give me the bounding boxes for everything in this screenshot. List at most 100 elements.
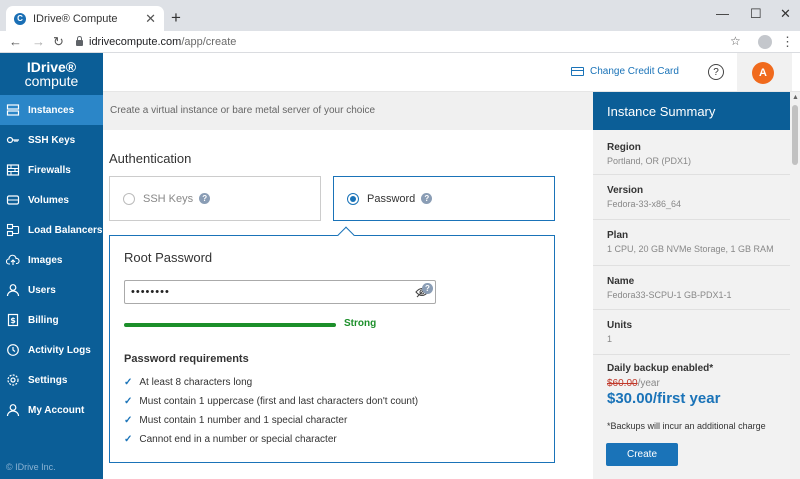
browser-tab-bar: C IDrive® Compute ✕ + — ☐ ✕ <box>0 0 800 31</box>
sidebar-item-images[interactable]: Images <box>0 245 103 275</box>
url-host: idrivecompute.com <box>89 36 182 48</box>
sidebar-item-label: Images <box>28 254 63 266</box>
new-tab-button[interactable]: + <box>171 8 181 28</box>
billing-icon: $ <box>6 313 20 327</box>
sidebar: IDrive® compute Instances SSH Keys Firew… <box>0 53 103 479</box>
password-requirements-list: ✓ At least 8 characters long ✓ Must contai… <box>124 373 418 449</box>
browser-menu-icon[interactable]: ⋮ <box>781 34 794 50</box>
forward-icon[interactable]: → <box>32 34 45 49</box>
logo-top-text: IDrive® <box>26 58 77 75</box>
svg-text:$: $ <box>10 316 16 325</box>
summary-name: Name Fedora33-SCPU-1 GB-PDX1-1 <box>607 276 782 300</box>
root-password-panel: Root Password •••••••• ? Strong Password… <box>109 235 555 463</box>
ssh-keys-help-icon[interactable]: ? <box>199 193 211 204</box>
requirement-text: At least 8 characters long <box>139 377 253 388</box>
sidebar-item-volumes[interactable]: Volumes <box>0 185 103 215</box>
requirement-text: Must contain 1 number and 1 special char… <box>139 415 348 426</box>
password-help-icon[interactable]: ? <box>421 193 433 204</box>
region-label: Region <box>607 142 641 153</box>
change-credit-card-label: Change Credit Card <box>590 66 679 77</box>
scroll-thumb[interactable] <box>792 105 798 165</box>
password-requirements-heading: Password requirements <box>124 353 249 365</box>
window-close-icon[interactable]: ✕ <box>780 6 791 22</box>
cloud-upload-icon <box>6 253 20 267</box>
summary-backup: Daily backup enabled* <box>607 363 782 374</box>
sidebar-item-settings[interactable]: Settings <box>0 365 103 395</box>
tab-close-icon[interactable]: ✕ <box>145 11 156 27</box>
sidebar-item-label: Settings <box>28 374 68 386</box>
gear-icon <box>6 373 20 387</box>
sidebar-item-label: Users <box>28 284 56 296</box>
version-value: Fedora-33-x86_64 <box>607 199 682 209</box>
authentication-heading: Authentication <box>109 151 192 166</box>
sidebar-item-firewalls[interactable]: Firewalls <box>0 155 103 185</box>
divider <box>593 265 790 266</box>
logo-bottom-text: compute <box>24 72 79 89</box>
sidebar-item-label: Volumes <box>28 194 69 206</box>
back-icon[interactable]: ← <box>9 34 22 49</box>
list-item: ✓ Must contain 1 number and 1 special cha… <box>124 411 418 430</box>
sidebar-item-billing[interactable]: $ Billing <box>0 305 103 335</box>
ssh-keys-radio[interactable] <box>123 192 135 205</box>
profile-icon[interactable] <box>758 35 772 49</box>
ssh-keys-label: SSH Keys <box>143 192 194 205</box>
old-price-amount: $60.00 <box>607 378 638 389</box>
account-icon <box>6 403 20 417</box>
sidebar-item-label: Firewalls <box>28 164 71 176</box>
sidebar-item-label: SSH Keys <box>28 134 76 146</box>
sidebar-item-label: Activity Logs <box>28 344 91 356</box>
summary-version: Version Fedora-33-x86_64 <box>607 185 782 209</box>
sidebar-item-ssh-keys[interactable]: SSH Keys <box>0 125 103 155</box>
root-password-heading: Root Password <box>124 250 213 265</box>
root-password-input[interactable]: •••••••• <box>124 280 436 304</box>
ssh-keys-option[interactable]: SSH Keys ? <box>109 176 321 221</box>
backup-label: Daily backup enabled* <box>607 363 714 374</box>
password-option[interactable]: Password ? <box>333 176 555 221</box>
sidebar-item-instances[interactable]: Instances <box>0 95 103 125</box>
load-balancer-icon <box>6 223 20 237</box>
requirement-text: Cannot end in a number or special charac… <box>139 434 337 445</box>
list-item: ✓ Cannot end in a number or special chara… <box>124 430 418 449</box>
password-radio[interactable] <box>347 192 359 205</box>
sidebar-item-load-balancers[interactable]: Load Balancers <box>0 215 103 245</box>
browser-tab[interactable]: C IDrive® Compute ✕ <box>6 6 164 31</box>
sidebar-item-label: Load Balancers <box>28 224 103 236</box>
list-item: ✓ Must contain 1 uppercase (first and las… <box>124 392 418 411</box>
account-menu[interactable]: A <box>737 53 792 91</box>
root-password-help-icon[interactable]: ? <box>422 283 433 294</box>
requirement-text: Must contain 1 uppercase (first and last… <box>139 396 419 407</box>
maximize-icon[interactable]: ☐ <box>750 6 762 22</box>
divider <box>593 219 790 220</box>
summary-plan: Plan 1 CPU, 20 GB NVMe Storage, 1 GB RAM <box>607 230 782 254</box>
avatar[interactable]: A <box>752 62 774 84</box>
name-value: Fedora33-SCPU-1 GB-PDX1-1 <box>607 290 732 300</box>
check-icon: ✓ <box>124 415 133 426</box>
password-strength-label: Strong <box>344 318 377 329</box>
bookmark-star-icon[interactable]: ☆ <box>730 34 741 48</box>
scrollbar[interactable]: ▲ <box>790 92 800 479</box>
create-button[interactable]: Create <box>606 443 678 466</box>
backup-note: *Backups will incur an additional charge <box>607 421 766 431</box>
password-value: •••••••• <box>131 286 170 298</box>
divider <box>593 174 790 175</box>
url-path: /app/create <box>181 36 237 48</box>
minimize-icon[interactable]: — <box>716 6 729 21</box>
url-field[interactable]: idrivecompute.com/app/create <box>76 33 746 51</box>
old-price-suffix: /year <box>637 378 660 389</box>
history-icon <box>6 343 20 357</box>
instance-summary-title: Instance Summary <box>593 92 790 130</box>
reload-icon[interactable]: ↻ <box>53 34 64 50</box>
sidebar-item-my-account[interactable]: My Account <box>0 395 103 425</box>
plan-value: 1 CPU, 20 GB NVMe Storage, 1 GB RAM <box>607 244 774 254</box>
sidebar-item-label: Instances <box>28 104 75 116</box>
sidebar-item-activity-logs[interactable]: Activity Logs <box>0 335 103 365</box>
idrive-compute-logo[interactable]: IDrive® compute <box>0 53 103 95</box>
scroll-up-icon[interactable]: ▲ <box>792 94 799 101</box>
sidebar-item-label: My Account <box>28 404 85 416</box>
help-icon[interactable]: ? <box>708 64 724 80</box>
check-icon: ✓ <box>124 396 133 407</box>
plan-label: Plan <box>607 230 629 241</box>
change-credit-card-link[interactable]: Change Credit Card <box>571 66 679 77</box>
sidebar-item-users[interactable]: Users <box>0 275 103 305</box>
key-icon <box>6 133 20 147</box>
